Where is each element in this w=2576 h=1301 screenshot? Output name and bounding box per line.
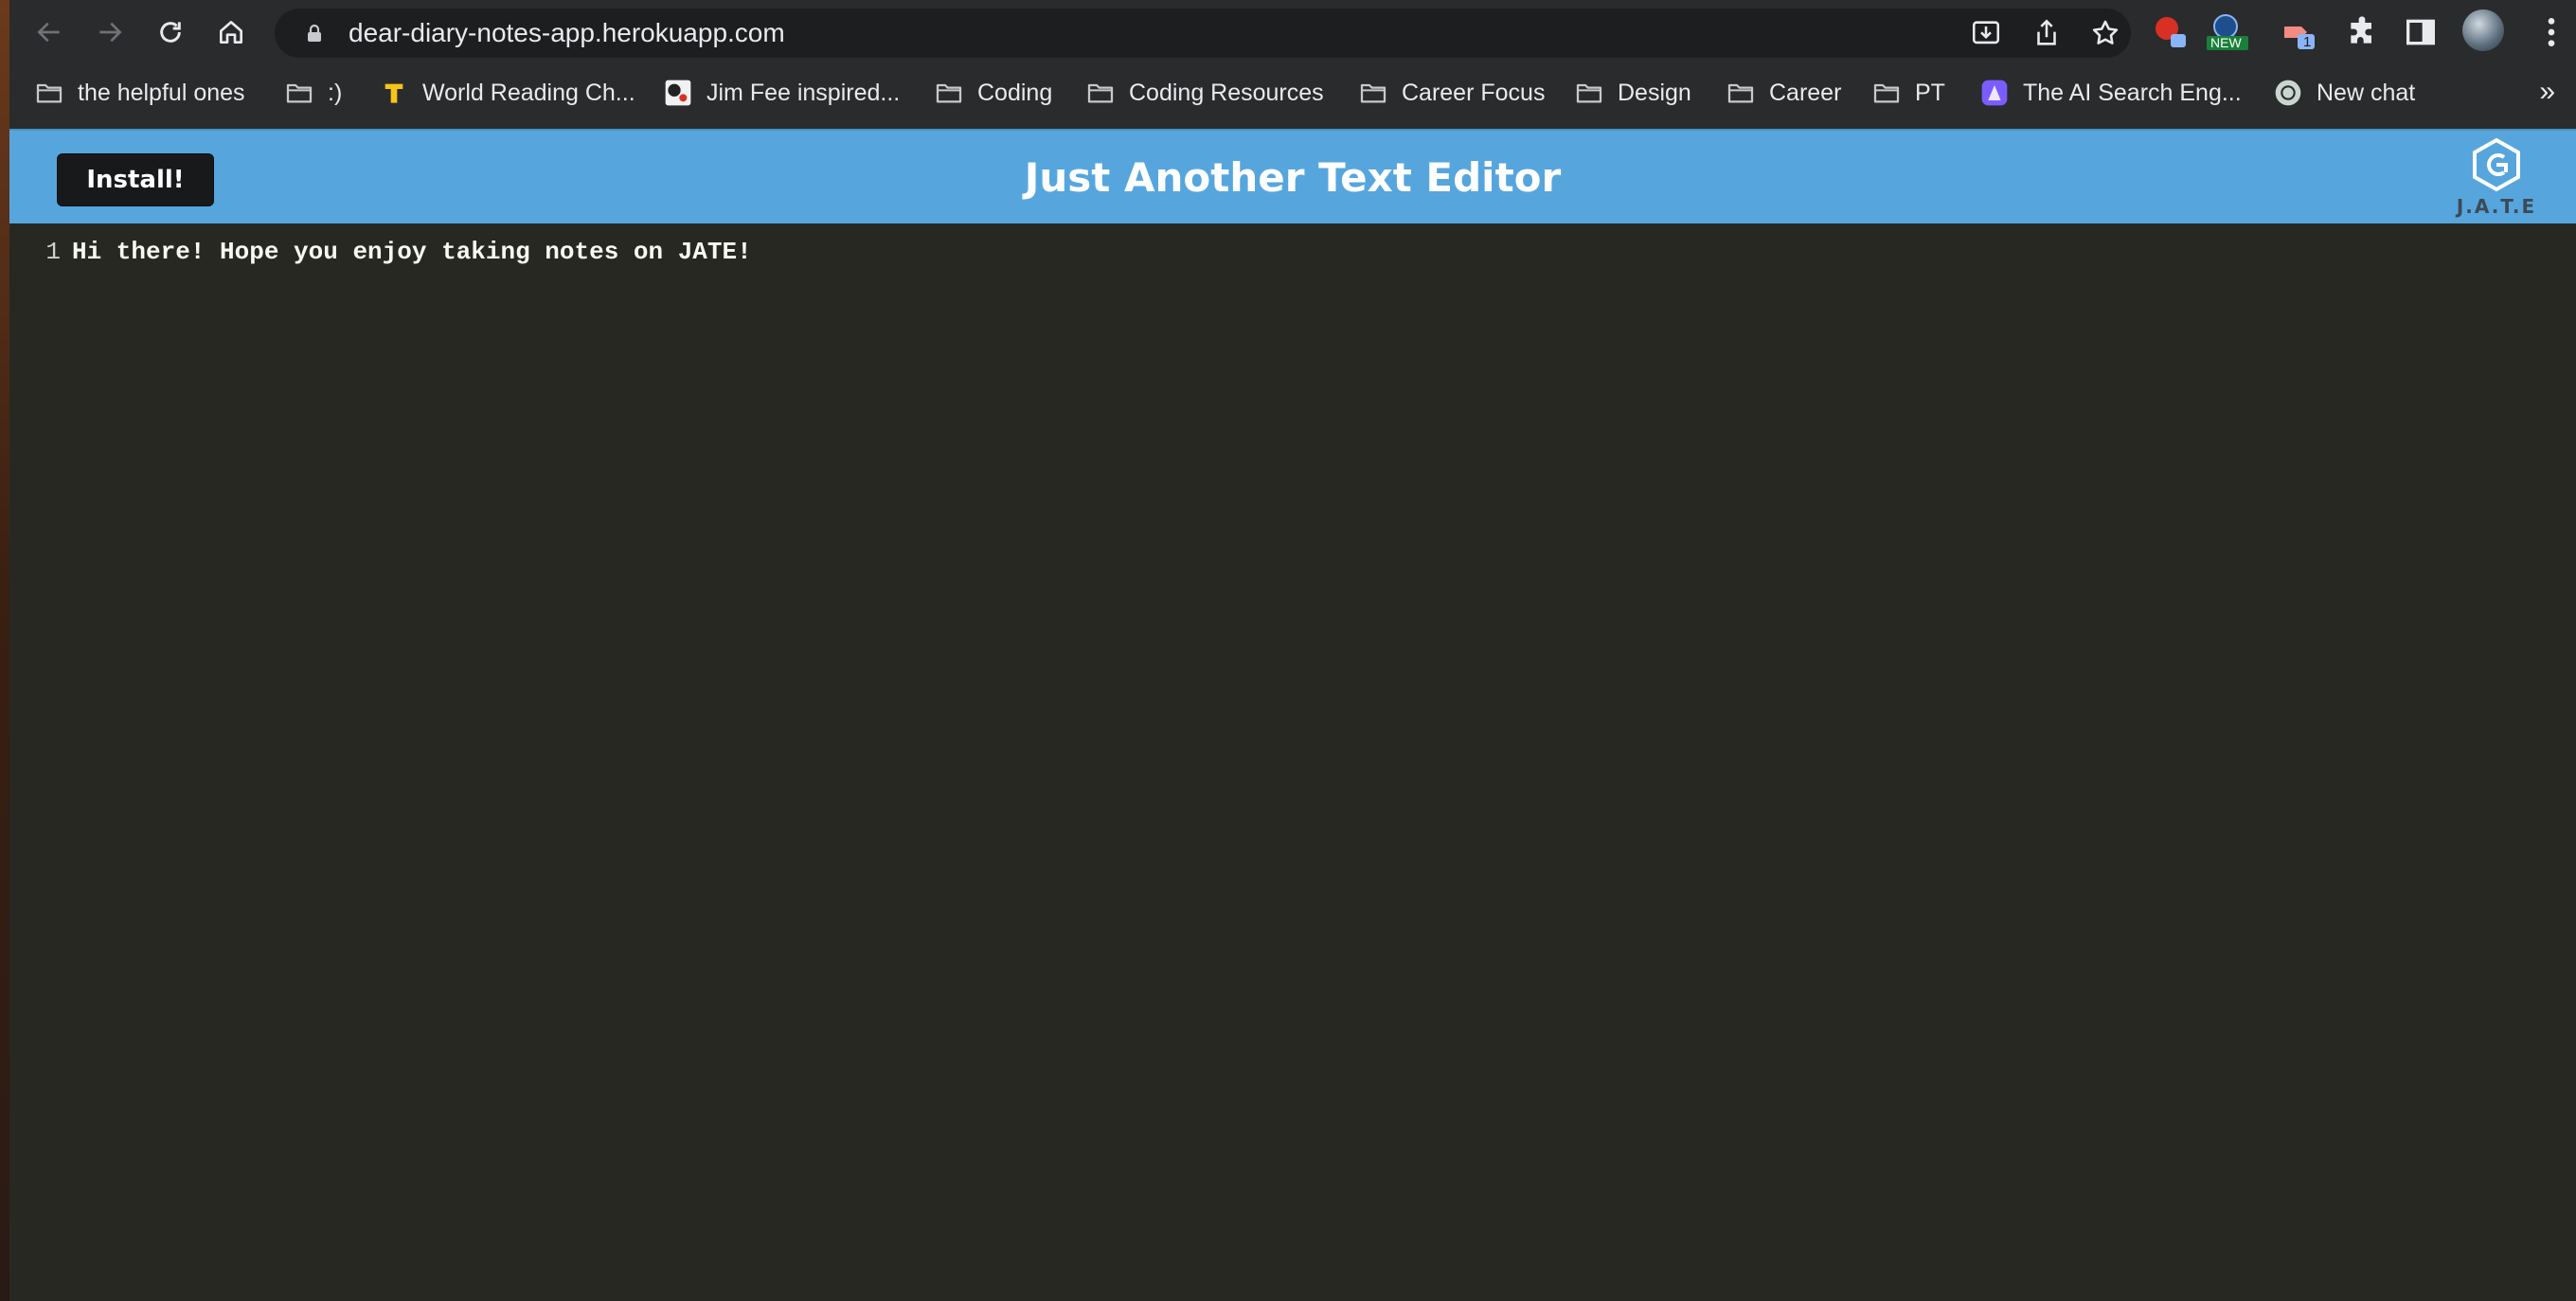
bookmark-label: Design xyxy=(1618,79,1691,106)
editor-line[interactable]: Hi there! Hope you enjoy taking notes on… xyxy=(72,233,752,271)
bookmark-label: the helpful ones xyxy=(78,79,245,106)
bookmark-item[interactable]: World Reading Ch... xyxy=(379,74,635,112)
bookmark-item[interactable]: Design xyxy=(1574,74,1691,112)
bookmark-label: The AI Search Eng... xyxy=(2023,79,2242,106)
bookmark-item[interactable]: Jim Fee inspired... xyxy=(663,74,900,112)
bookmark-label: Coding Resources xyxy=(1129,79,1324,106)
profile-avatar[interactable] xyxy=(2462,9,2504,51)
home-button[interactable] xyxy=(212,13,250,51)
bookmark-label: World Reading Ch... xyxy=(422,79,635,106)
chatgpt-favicon-icon xyxy=(2275,80,2301,106)
side-panel-icon[interactable] xyxy=(2402,13,2440,51)
bookmark-item[interactable]: Career xyxy=(1726,74,1841,112)
app-title: Just Another Text Editor xyxy=(1024,154,1562,201)
forward-arrow-icon xyxy=(99,22,122,43)
jate-logo: J.A.T.E xyxy=(2440,136,2553,223)
bookmark-label: PT xyxy=(1915,79,1945,106)
reload-icon xyxy=(160,22,181,43)
browser-toolbar: dear-diary-notes-app.herokuapp.com NEW 1 xyxy=(9,0,2576,64)
bookmark-label: Coding xyxy=(977,79,1053,106)
bookmark-item[interactable]: the helpful ones xyxy=(34,74,245,112)
browser-chrome: dear-diary-notes-app.herokuapp.com NEW 1… xyxy=(9,0,2576,129)
extensions-puzzle-icon[interactable] xyxy=(2343,13,2381,51)
browser-menu-icon[interactable] xyxy=(2532,13,2570,51)
folder-icon xyxy=(1727,83,1754,103)
jate-logo-icon xyxy=(2473,137,2520,192)
extension-clipper-icon[interactable]: 1 xyxy=(2281,13,2318,51)
folder-icon xyxy=(1087,83,1114,103)
back-button[interactable] xyxy=(30,13,68,51)
bookmark-item[interactable]: Coding xyxy=(934,74,1052,112)
share-icon[interactable] xyxy=(2030,17,2063,49)
back-arrow-icon xyxy=(37,22,60,43)
folder-icon xyxy=(36,83,63,103)
lock-icon xyxy=(308,24,321,42)
install-app-icon[interactable] xyxy=(1970,17,2002,49)
new-badge: NEW xyxy=(2210,35,2242,50)
forward-button[interactable] xyxy=(91,13,129,51)
t-logo-icon xyxy=(385,83,403,103)
home-icon xyxy=(220,21,242,44)
address-bar[interactable]: dear-diary-notes-app.herokuapp.com xyxy=(275,9,2131,58)
bookmarks-bar: the helpful ones:) World Reading Ch... Jim… xyxy=(9,64,2576,121)
ai-search-favicon-icon xyxy=(1981,80,2008,106)
extension-red-icon[interactable] xyxy=(2152,13,2190,51)
bookmark-item[interactable]: PT xyxy=(1871,74,1945,112)
url-text: dear-diary-notes-app.herokuapp.com xyxy=(349,18,785,47)
bookmark-item[interactable]: Career Focus xyxy=(1358,74,1545,112)
folder-icon xyxy=(286,83,313,103)
more-bookmarks-button[interactable]: » xyxy=(2539,76,2555,108)
bookmark-star-icon[interactable] xyxy=(2089,17,2121,49)
reload-button[interactable] xyxy=(152,13,189,51)
bookmark-label: :) xyxy=(328,79,343,106)
bookmark-label: Career Focus xyxy=(1402,79,1546,106)
bookmark-label: Jim Fee inspired... xyxy=(707,79,901,106)
app-header: Install! Just Another Text Editor J.A.T.… xyxy=(9,129,2576,225)
folder-icon xyxy=(1576,83,1602,103)
bookmark-item[interactable]: :) xyxy=(284,74,342,112)
bookmark-label: Career xyxy=(1769,79,1842,106)
logo-text: J.A.T.E xyxy=(2456,195,2537,218)
bookmark-label: New chat xyxy=(2317,79,2416,106)
site-favicon-icon xyxy=(665,80,691,106)
extension-new-icon[interactable]: NEW xyxy=(2203,13,2248,51)
bookmark-item[interactable]: New chat xyxy=(2273,74,2415,112)
install-button[interactable]: Install! xyxy=(57,153,214,206)
line-number: 1 xyxy=(45,238,61,266)
folder-icon xyxy=(1360,83,1386,103)
folder-icon xyxy=(1873,83,1900,103)
count-badge: 1 xyxy=(2303,34,2312,50)
desktop-edge xyxy=(0,0,9,1301)
bookmark-item[interactable]: The AI Search Eng... xyxy=(1979,74,2242,112)
line-gutter: 1 xyxy=(9,223,68,1301)
folder-icon xyxy=(936,83,962,103)
bookmark-item[interactable]: Coding Resources xyxy=(1085,74,1324,112)
text-editor[interactable]: 1 Hi there! Hope you enjoy taking notes … xyxy=(9,223,2576,1301)
